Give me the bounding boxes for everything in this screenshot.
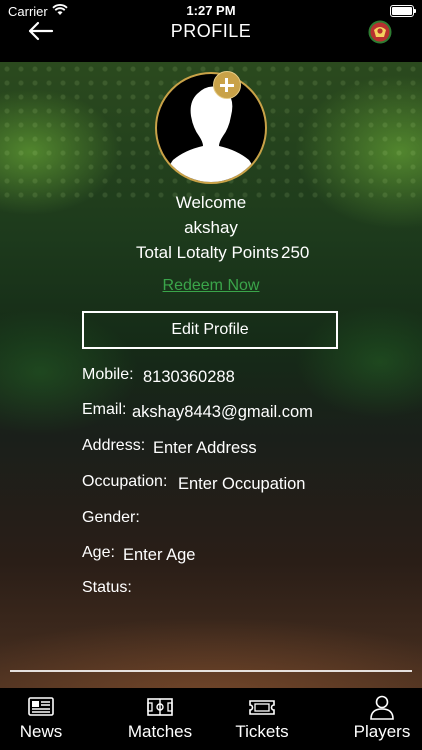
battery-icon: [390, 5, 416, 17]
tab-tickets[interactable]: Tickets: [226, 688, 298, 750]
field-label: Email:: [82, 401, 127, 418]
edit-profile-button[interactable]: Edit Profile: [82, 311, 338, 349]
field-label: Gender:: [82, 509, 140, 526]
field-value: Enter Occupation: [178, 475, 306, 493]
field-value: Enter Age: [123, 546, 196, 564]
pitch-icon: [147, 698, 173, 716]
points-label: Total Lotalty Points: [136, 243, 279, 262]
field-label: Status:: [82, 579, 132, 596]
ticket-icon: [249, 700, 275, 715]
field-label: Address:: [82, 437, 146, 454]
user-silhouette-icon: [165, 86, 257, 182]
tab-matches[interactable]: Matches: [120, 688, 200, 750]
tabbar-divider: [10, 670, 412, 672]
tab-label: Tickets: [235, 722, 289, 741]
add-photo-button[interactable]: [213, 71, 241, 99]
tab-label: Matches: [127, 722, 193, 741]
field-label: Occupation:: [82, 473, 168, 490]
points-value: 250: [281, 243, 310, 262]
page-title: PROFILE: [170, 21, 252, 41]
tab-label: News: [19, 722, 63, 741]
tab-label: Players: [353, 722, 411, 741]
status-bar: Carrier 1:27 PM: [0, 0, 422, 22]
username: akshay: [184, 218, 238, 237]
person-icon: [370, 695, 394, 720]
tab-bar: News Matches Tickets Players: [0, 688, 422, 750]
field-value: 8130360288: [143, 368, 235, 386]
tab-players[interactable]: Players: [346, 688, 418, 750]
top-bar: Carrier 1:27 PM PROFILE: [0, 0, 422, 62]
tab-news[interactable]: News: [6, 688, 76, 750]
field-value: akshay8443@gmail.com: [132, 403, 313, 421]
clock: 1:27 PM: [186, 3, 236, 18]
profile-avatar[interactable]: [155, 72, 267, 184]
redeem-now-link[interactable]: Redeem Now: [0, 277, 422, 295]
field-label: Mobile:: [82, 366, 134, 383]
field-value: Enter Address: [153, 439, 257, 457]
newspaper-icon: [28, 697, 54, 716]
welcome-text: Welcome: [175, 193, 247, 212]
club-logo-icon: [368, 20, 392, 44]
field-label: Age:: [82, 544, 115, 561]
